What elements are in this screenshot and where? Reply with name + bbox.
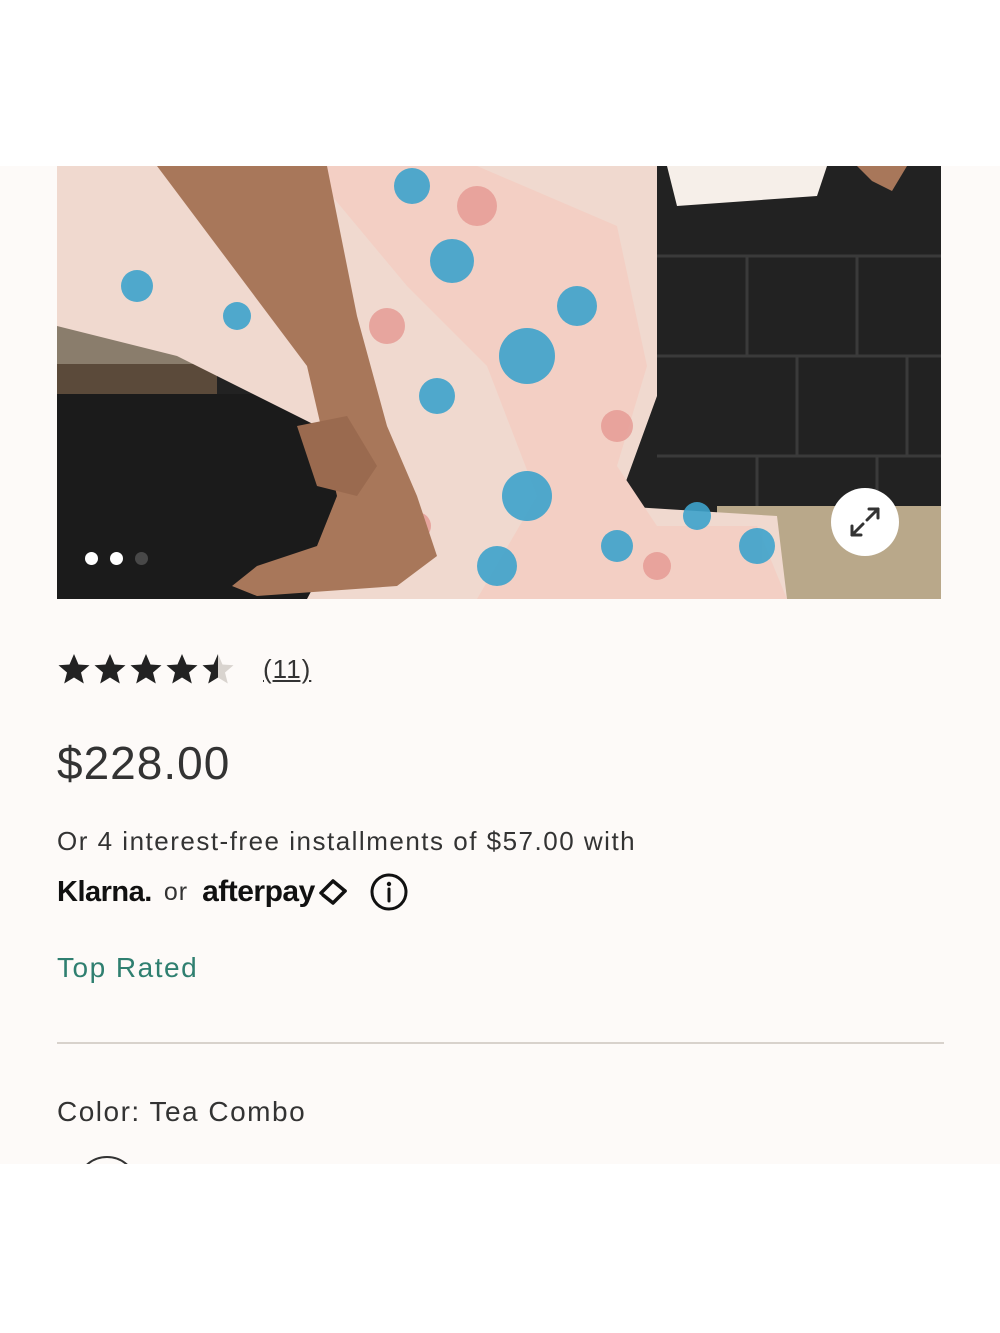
product-rating: (11) [57,652,311,686]
color-label: Color: Tea Combo [57,1096,307,1127]
expand-arrows-icon [850,507,880,537]
star-icon [130,654,162,684]
gallery-dot-2[interactable] [110,552,123,565]
payment-or-text: or [163,877,189,906]
product-image [57,166,941,599]
afterpay-logo[interactable]: afterpay [202,875,315,909]
gallery-pagination-dots[interactable] [85,552,148,565]
payment-options: Klarna. or afterpay [57,870,409,914]
star-icon [94,654,126,684]
afterpay-arrows-icon [319,879,347,905]
installments-text: Or 4 interest-free installments of $57.0… [57,826,637,856]
review-count-link[interactable]: (11) [263,654,311,685]
color-swatch-tea-combo[interactable] [76,1156,138,1164]
star-icon [166,654,198,684]
star-rating [57,652,235,686]
product-image-gallery[interactable] [57,166,941,599]
gallery-dot-1[interactable] [85,552,98,565]
star-icon [202,654,234,684]
klarna-logo[interactable]: Klarna. [57,876,152,909]
top-rated-badge: Top Rated [57,952,199,983]
star-icon [58,654,90,684]
product-price: $228.00 [57,737,231,789]
gallery-dot-3[interactable] [135,552,148,565]
section-divider [57,1042,944,1044]
expand-image-button[interactable] [831,488,899,556]
product-detail-page: (11) $228.00 Or 4 interest-free installm… [0,166,1000,1164]
info-icon[interactable] [369,872,409,912]
